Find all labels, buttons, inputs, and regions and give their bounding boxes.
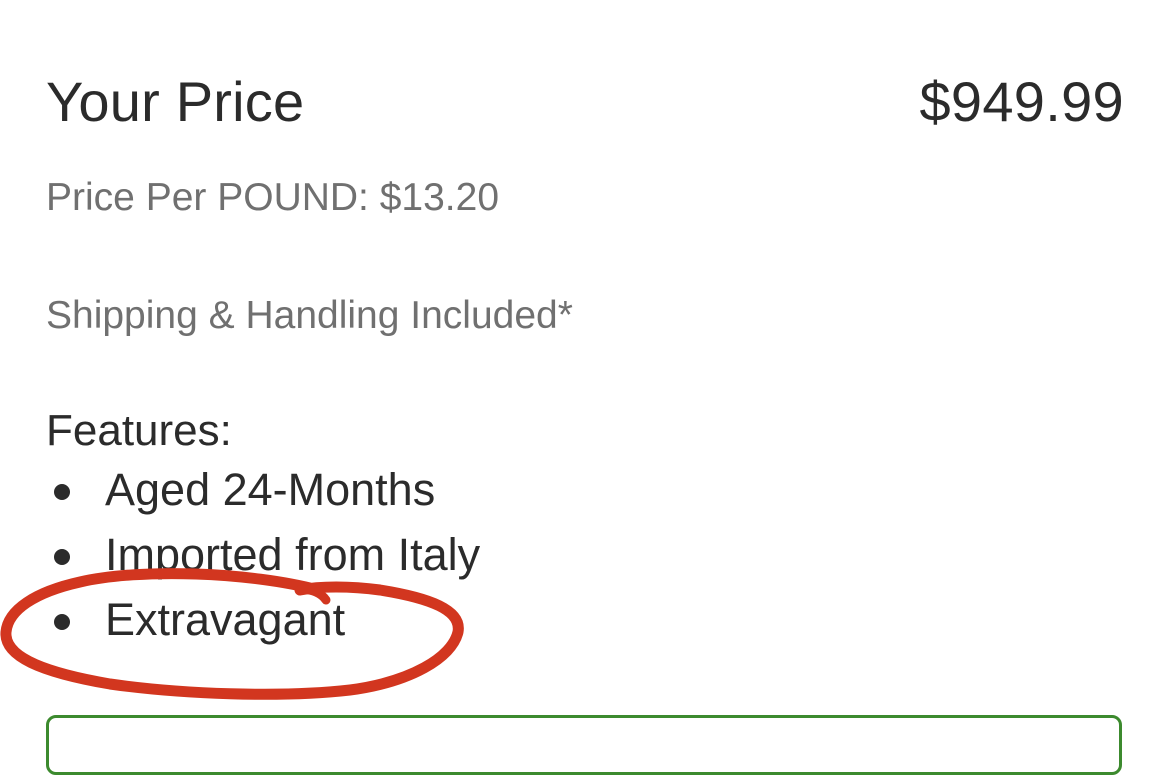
add-to-cart-box[interactable] — [46, 715, 1122, 775]
feature-item: Aged 24-Months — [46, 460, 480, 525]
shipping-note: Shipping & Handling Included* — [46, 294, 573, 337]
bullet-icon — [54, 484, 70, 500]
feature-item: Extravagant — [46, 590, 480, 655]
price-row: Your Price $949.99 — [46, 66, 1124, 136]
features-list: Aged 24-Months Imported from Italy Extra… — [46, 460, 480, 655]
price-label: Your Price — [46, 69, 305, 133]
feature-item-label: Aged 24-Months — [105, 464, 436, 515]
bullet-icon — [54, 549, 70, 565]
feature-item: Imported from Italy — [46, 525, 480, 590]
bullet-icon — [54, 614, 70, 630]
unit-price-text: Price Per POUND: $13.20 — [46, 176, 500, 219]
feature-item-label: Imported from Italy — [105, 529, 481, 580]
feature-item-label: Extravagant — [105, 594, 346, 645]
price-value: $949.99 — [919, 69, 1124, 133]
features-heading: Features: — [46, 406, 232, 455]
